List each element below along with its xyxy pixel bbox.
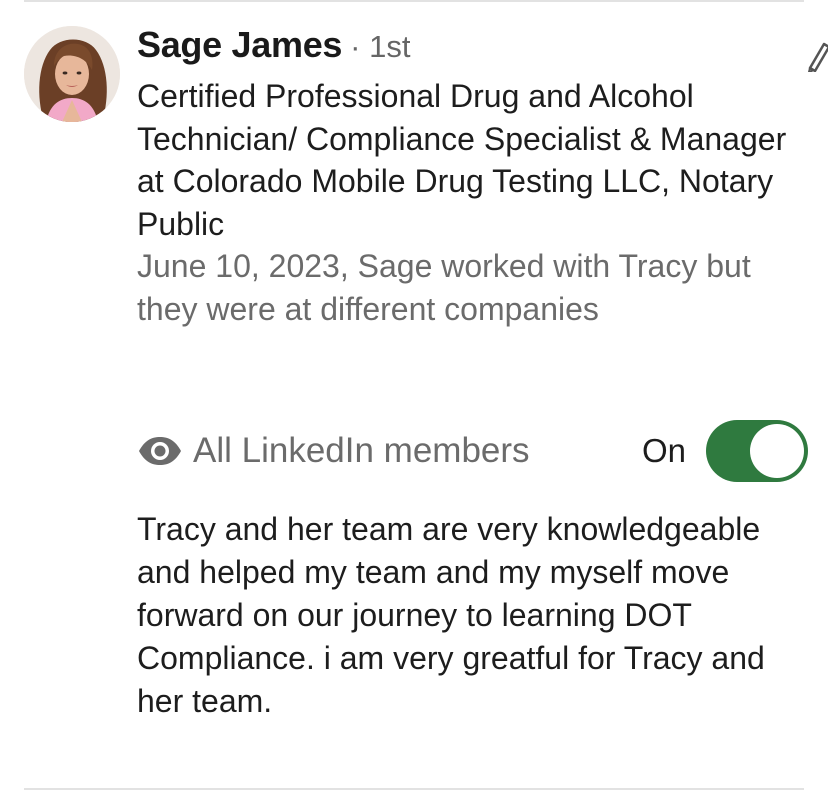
recommender-headline: Certified Professional Drug and Alcohol …	[137, 78, 787, 242]
top-divider	[24, 0, 804, 2]
visibility-label: All LinkedIn members	[193, 431, 530, 470]
recommendation-header: Sage James · 1st Certified Professional …	[137, 24, 807, 330]
name-row: Sage James · 1st	[137, 24, 807, 74]
visibility-toggle[interactable]	[706, 420, 808, 482]
toggle-knob[interactable]	[750, 424, 804, 478]
avatar[interactable]	[24, 26, 120, 122]
connection-degree: · 1st	[350, 29, 411, 64]
recommendation-text: Tracy and her team are very knowledgeabl…	[137, 511, 765, 719]
avatar-image	[24, 26, 120, 122]
eye-icon	[139, 437, 181, 465]
visibility-row: All LinkedIn members On	[137, 420, 809, 482]
toggle-state-label: On	[642, 432, 687, 469]
bottom-divider	[24, 788, 804, 790]
pencil-icon[interactable]	[806, 38, 828, 74]
relationship-context: June 10, 2023, Sage worked with Tracy bu…	[137, 248, 751, 327]
recommender-name[interactable]: Sage James	[137, 24, 342, 66]
